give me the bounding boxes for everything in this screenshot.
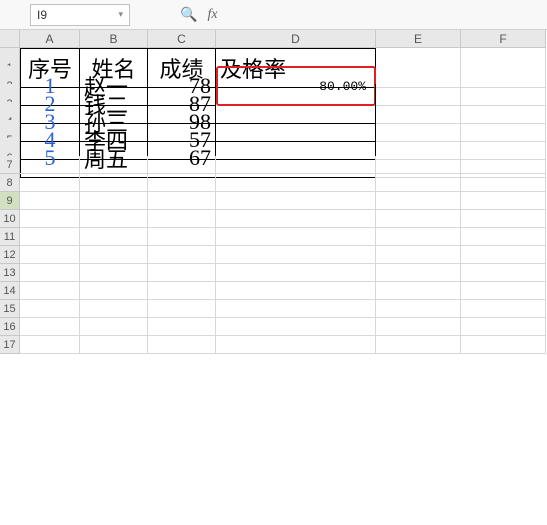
- cell[interactable]: [80, 282, 148, 300]
- cell[interactable]: [376, 282, 461, 300]
- cell[interactable]: [20, 174, 80, 192]
- cell[interactable]: [376, 192, 461, 210]
- row-header[interactable]: 13: [0, 264, 20, 282]
- col-header-D[interactable]: D: [216, 30, 376, 48]
- cell[interactable]: [461, 336, 546, 354]
- select-all-corner[interactable]: [0, 30, 20, 48]
- cell[interactable]: [80, 336, 148, 354]
- spreadsheet-grid[interactable]: A B C D E F 1 序号 姓名 成绩 及格率 2 1 赵一 78 80.…: [0, 30, 547, 354]
- cell[interactable]: [216, 336, 376, 354]
- cell[interactable]: [80, 318, 148, 336]
- formula-bar: I9 ▾ 🔍 fx: [0, 0, 547, 30]
- cell[interactable]: [148, 174, 216, 192]
- cell[interactable]: [376, 156, 461, 174]
- row-header[interactable]: 9: [0, 192, 20, 210]
- cell[interactable]: [376, 210, 461, 228]
- cell[interactable]: [461, 192, 546, 210]
- cell[interactable]: [148, 228, 216, 246]
- row-header[interactable]: 14: [0, 282, 20, 300]
- row-header[interactable]: 8: [0, 174, 20, 192]
- row-header[interactable]: 16: [0, 318, 20, 336]
- cell[interactable]: [376, 228, 461, 246]
- cell[interactable]: [216, 192, 376, 210]
- cell[interactable]: [80, 246, 148, 264]
- cell[interactable]: [80, 192, 148, 210]
- cell[interactable]: [20, 192, 80, 210]
- cell[interactable]: [216, 174, 376, 192]
- cell[interactable]: [461, 282, 546, 300]
- cell[interactable]: [216, 264, 376, 282]
- cell[interactable]: [461, 264, 546, 282]
- cell[interactable]: [461, 300, 546, 318]
- cell[interactable]: [376, 300, 461, 318]
- col-header-E[interactable]: E: [376, 30, 461, 48]
- cell[interactable]: [216, 246, 376, 264]
- cell[interactable]: [376, 246, 461, 264]
- cell[interactable]: [461, 228, 546, 246]
- cell[interactable]: [80, 210, 148, 228]
- cell[interactable]: [148, 300, 216, 318]
- fx-area: 🔍 fx: [180, 6, 218, 23]
- cell[interactable]: [20, 246, 80, 264]
- cell[interactable]: [216, 228, 376, 246]
- name-box[interactable]: I9 ▾: [30, 4, 130, 26]
- cell[interactable]: [148, 264, 216, 282]
- cell[interactable]: [148, 318, 216, 336]
- cell[interactable]: [216, 318, 376, 336]
- cell[interactable]: [376, 318, 461, 336]
- fx-icon[interactable]: fx: [207, 7, 217, 23]
- cell[interactable]: [461, 210, 546, 228]
- cell[interactable]: [461, 156, 546, 174]
- cell[interactable]: [376, 174, 461, 192]
- cell[interactable]: [376, 264, 461, 282]
- row-header[interactable]: 7: [0, 156, 20, 174]
- cell[interactable]: [20, 228, 80, 246]
- col-header-A[interactable]: A: [20, 30, 80, 48]
- cell[interactable]: [20, 336, 80, 354]
- cell[interactable]: [148, 210, 216, 228]
- cell[interactable]: [148, 336, 216, 354]
- cell[interactable]: [80, 174, 148, 192]
- col-header-C[interactable]: C: [148, 30, 216, 48]
- row-header[interactable]: 11: [0, 228, 20, 246]
- cell[interactable]: [80, 156, 148, 174]
- cell[interactable]: [216, 282, 376, 300]
- row-header[interactable]: 10: [0, 210, 20, 228]
- cell[interactable]: [148, 156, 216, 174]
- cell[interactable]: [80, 264, 148, 282]
- cell[interactable]: [20, 156, 80, 174]
- cell[interactable]: [148, 282, 216, 300]
- col-header-F[interactable]: F: [461, 30, 546, 48]
- cell[interactable]: [80, 228, 148, 246]
- row-header[interactable]: 15: [0, 300, 20, 318]
- cell[interactable]: [80, 300, 148, 318]
- search-icon[interactable]: 🔍: [180, 6, 197, 23]
- cell[interactable]: [20, 300, 80, 318]
- cell[interactable]: [148, 246, 216, 264]
- col-header-B[interactable]: B: [80, 30, 148, 48]
- cell[interactable]: [20, 264, 80, 282]
- cell[interactable]: [376, 336, 461, 354]
- name-box-value: I9: [37, 8, 47, 22]
- cell[interactable]: [461, 318, 546, 336]
- cell[interactable]: [216, 156, 376, 174]
- row-header[interactable]: 17: [0, 336, 20, 354]
- chevron-down-icon[interactable]: ▾: [118, 9, 123, 20]
- cell[interactable]: [461, 246, 546, 264]
- cell[interactable]: [461, 174, 546, 192]
- cell[interactable]: [20, 210, 80, 228]
- cell[interactable]: [216, 300, 376, 318]
- cell[interactable]: [20, 282, 80, 300]
- cell[interactable]: [20, 318, 80, 336]
- row-header[interactable]: 12: [0, 246, 20, 264]
- cell[interactable]: [148, 192, 216, 210]
- cell[interactable]: [216, 210, 376, 228]
